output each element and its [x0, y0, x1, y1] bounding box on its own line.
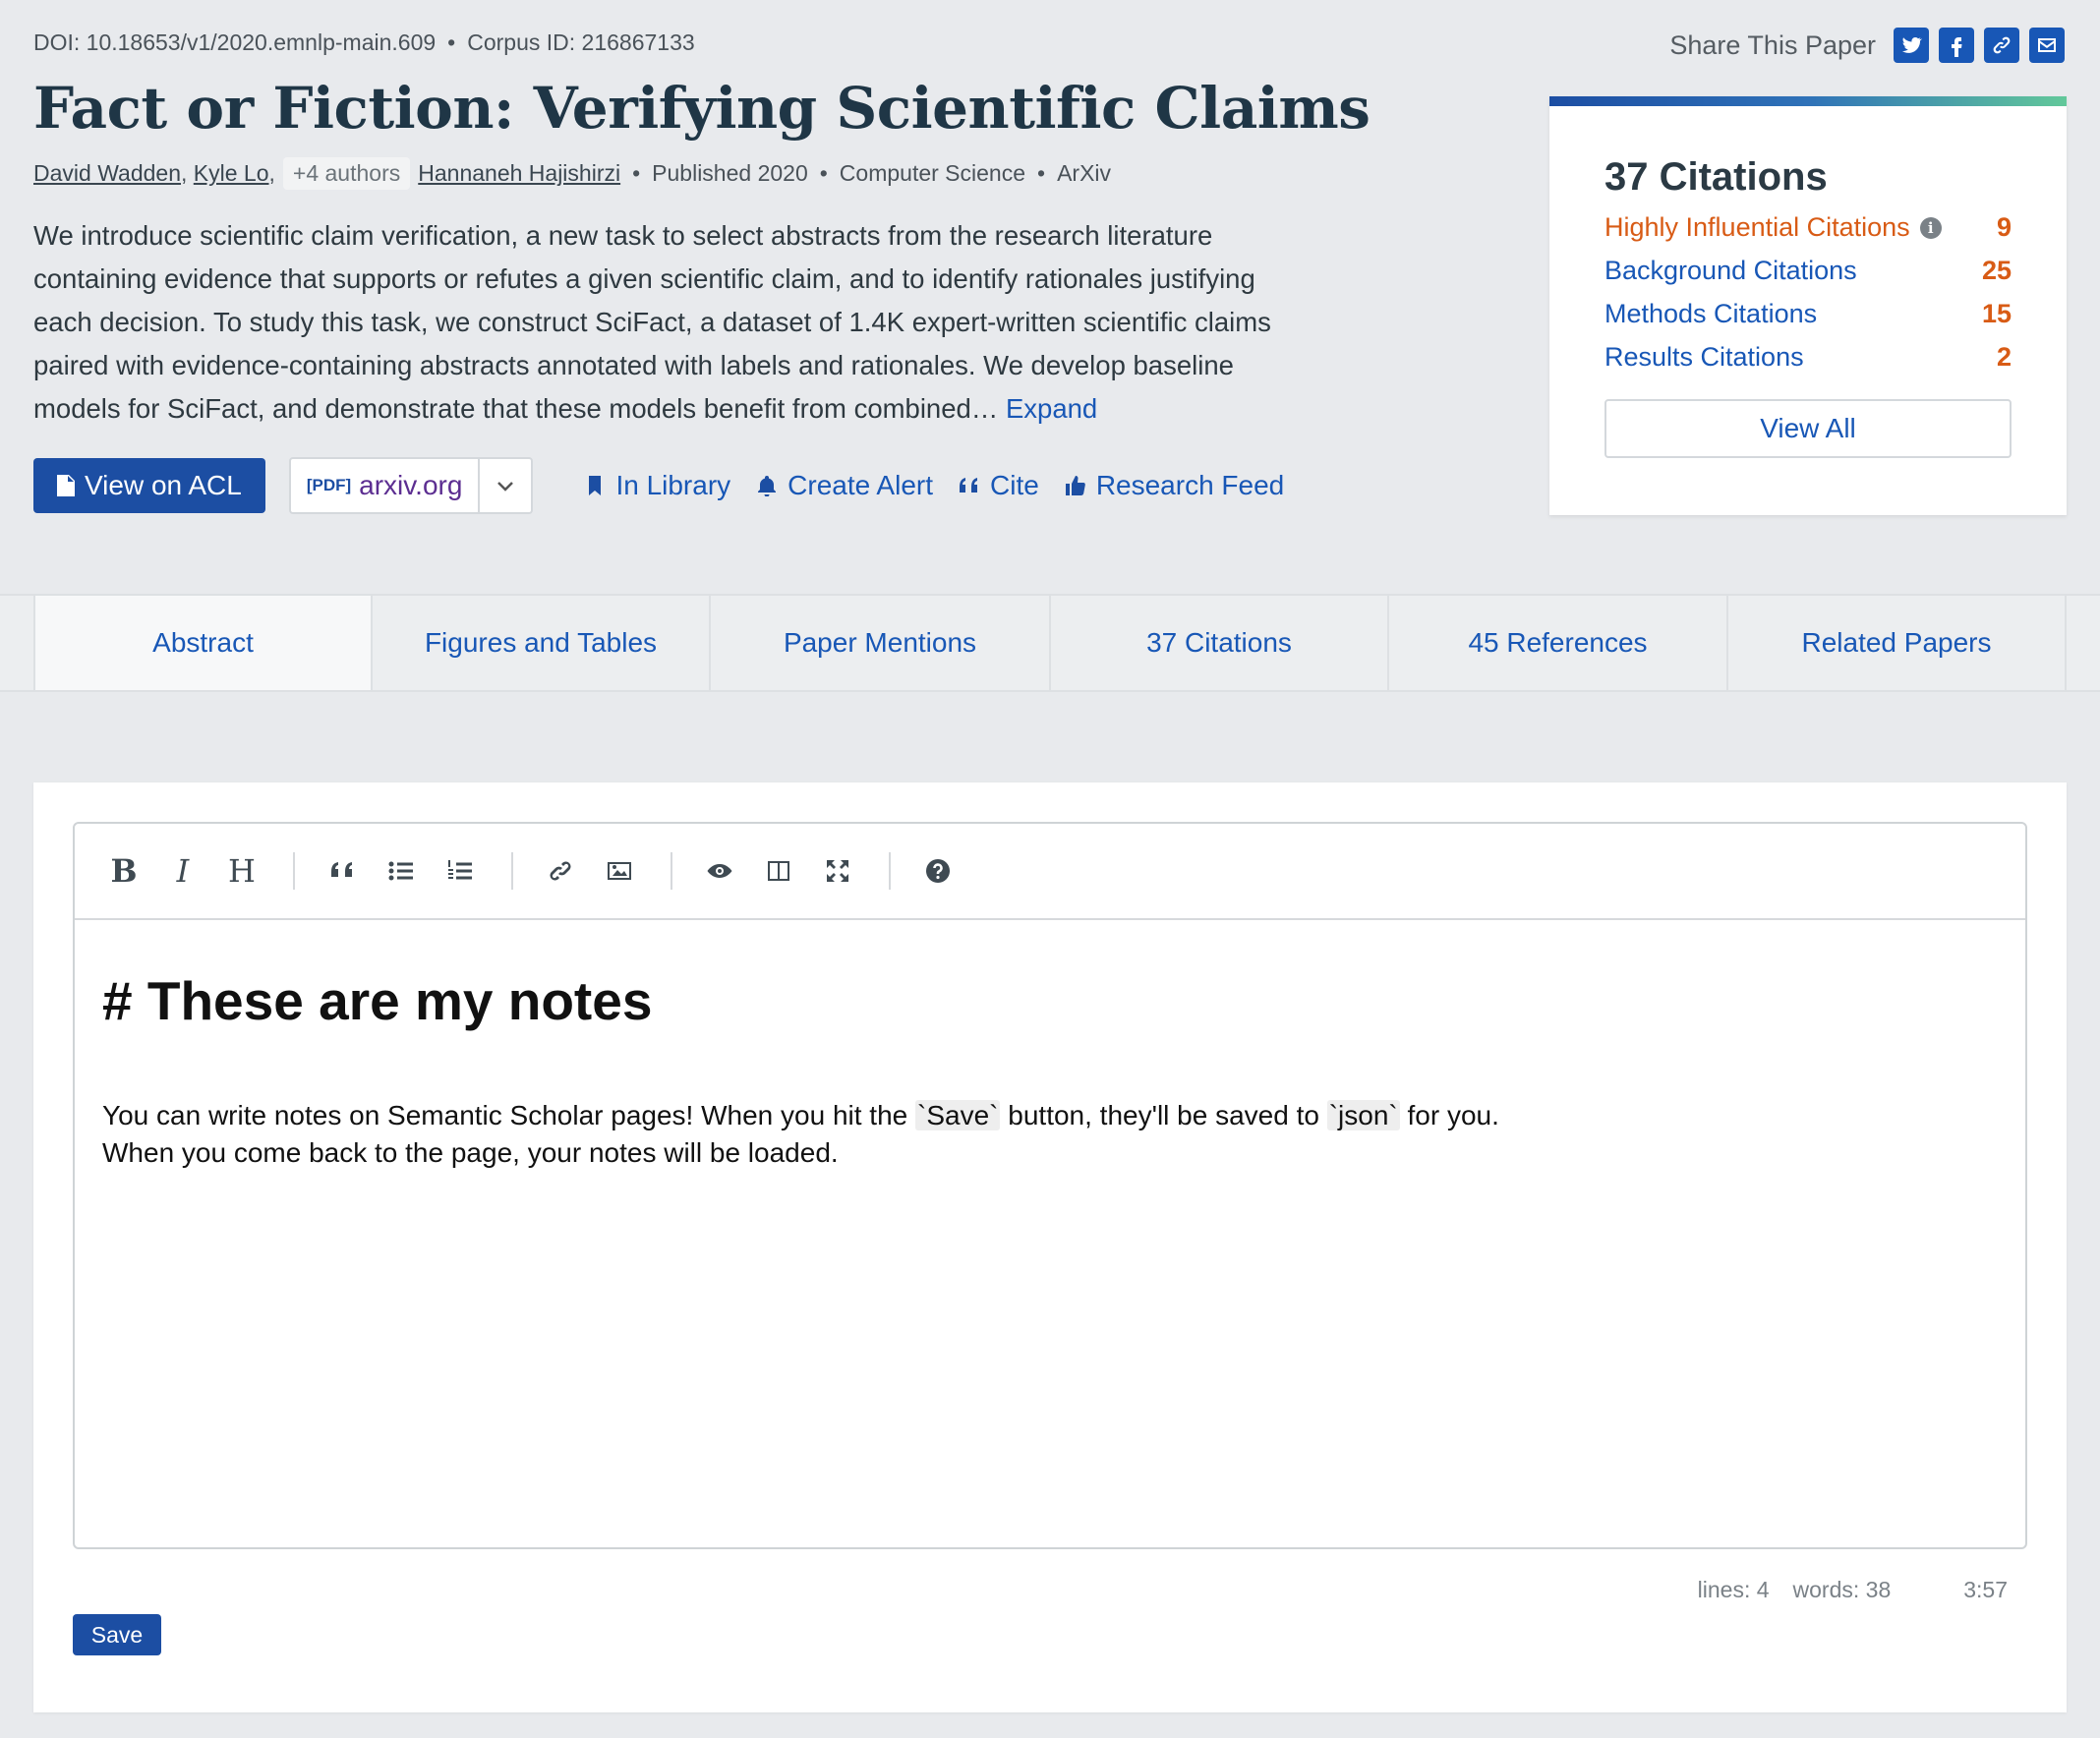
author-link[interactable]: Kyle Lo	[194, 160, 269, 187]
share-label: Share This Paper	[1669, 29, 1876, 60]
pdf-tag: [PDF]	[306, 476, 352, 494]
link-icon[interactable]	[539, 849, 582, 893]
italic-icon[interactable]: I	[161, 849, 204, 893]
tab-figures-and-tables[interactable]: Figures and Tables	[373, 596, 711, 690]
corpus-id: Corpus ID: 216867133	[467, 29, 695, 55]
notes-line: You can write notes on Semantic Scholar …	[102, 1100, 1499, 1130]
eye-icon[interactable]	[698, 849, 741, 893]
email-icon[interactable]	[2029, 28, 2065, 63]
editor-content[interactable]: # These are my notes You can write notes…	[75, 920, 2025, 1221]
cite-button[interactable]: Cite	[959, 470, 1039, 501]
pdf-file-icon	[57, 475, 75, 496]
toolbar-divider	[889, 852, 891, 890]
image-icon[interactable]	[598, 849, 641, 893]
paper-title: Fact or Fiction: Verifying Scientific Cl…	[33, 75, 1371, 142]
pdf-link[interactable]: [PDF] arxiv.org	[291, 459, 481, 512]
tab-related-papers[interactable]: Related Papers	[1728, 596, 2067, 690]
view-all-button[interactable]: View All	[1604, 399, 2012, 458]
line-count: lines: 4	[1697, 1577, 1770, 1602]
in-library-button[interactable]: In Library	[584, 470, 730, 501]
paper-tabs: Abstract Figures and Tables Paper Mentio…	[0, 594, 2100, 692]
info-icon[interactable]: i	[1919, 216, 1942, 239]
help-icon[interactable]	[916, 849, 960, 893]
pdf-source: arxiv.org	[359, 470, 463, 500]
background-citations-row[interactable]: Background Citations 25	[1604, 256, 2012, 286]
view-on-acl-button[interactable]: View on ACL	[33, 458, 265, 513]
quote-icon	[960, 478, 978, 492]
editor-toolbar: B I H	[75, 824, 2025, 920]
bold-icon[interactable]: B	[102, 849, 146, 893]
save-button[interactable]: Save	[73, 1614, 161, 1655]
field-of-study: Computer Science	[839, 160, 1025, 186]
tab-citations[interactable]: 37 Citations	[1051, 596, 1389, 690]
citations-count-title: 37 Citations	[1604, 155, 1828, 199]
notes-heading: # These are my notes	[102, 970, 653, 1031]
share-bar: Share This Paper	[1669, 28, 2065, 63]
author-link[interactable]: Hannaneh Hajishirzi	[418, 160, 620, 187]
word-count: words: 38	[1792, 1577, 1892, 1602]
venue: ArXiv	[1057, 160, 1112, 186]
action-bar: View on ACL [PDF] arxiv.org In Library C…	[33, 457, 1284, 514]
editor-status-bar: lines: 4 words: 38 3:57	[1698, 1577, 2008, 1603]
publish-date: Published 2020	[652, 160, 808, 186]
abstract-text: We introduce scientific claim verificati…	[33, 220, 1271, 424]
authors-line: David Wadden, Kyle Lo, +4 authors Hannan…	[33, 157, 1111, 190]
research-feed-button[interactable]: Research Feed	[1065, 470, 1284, 501]
bell-icon	[758, 476, 777, 496]
notes-line: When you come back to the page, your not…	[102, 1137, 839, 1168]
pdf-dropdown-button[interactable]	[480, 459, 531, 512]
results-citations-row[interactable]: Results Citations 2	[1604, 342, 2012, 373]
expand-link[interactable]: Expand	[1006, 393, 1097, 424]
quote-icon[interactable]	[321, 849, 364, 893]
doi: DOI: 10.18653/v1/2020.emnlp-main.609	[33, 29, 437, 55]
heading-icon[interactable]: H	[220, 849, 263, 893]
pdf-link-group: [PDF] arxiv.org	[288, 457, 534, 514]
more-authors-button[interactable]: +4 authors	[282, 157, 411, 190]
paper-meta: DOI: 10.18653/v1/2020.emnlp-main.609 • Cor…	[33, 29, 695, 55]
highly-influential-citations-row[interactable]: Highly Influential Citations i 9	[1604, 212, 2012, 243]
methods-citations-row[interactable]: Methods Citations 15	[1604, 299, 2012, 329]
facebook-icon[interactable]	[1939, 28, 1974, 63]
author-link[interactable]: David Wadden	[33, 160, 181, 187]
twitter-icon[interactable]	[1894, 28, 1929, 63]
toolbar-divider	[671, 852, 672, 890]
inline-code: `json`	[1326, 1100, 1400, 1130]
cursor-position: 3:57	[1963, 1577, 2008, 1602]
fullscreen-icon[interactable]	[816, 849, 859, 893]
create-alert-button[interactable]: Create Alert	[756, 470, 933, 501]
tab-paper-mentions[interactable]: Paper Mentions	[711, 596, 1051, 690]
chevron-down-icon	[497, 482, 514, 492]
thumbs-up-icon	[1065, 476, 1085, 495]
tab-references[interactable]: 45 References	[1389, 596, 1728, 690]
bookmark-icon	[589, 476, 602, 495]
toolbar-divider	[511, 852, 513, 890]
notes-panel: B I H # These are my notes You can write…	[33, 782, 2067, 1712]
link-icon[interactable]	[1984, 28, 2019, 63]
citations-card: 37 Citations Highly Influential Citation…	[1549, 96, 2067, 515]
bullet-list-icon[interactable]	[379, 849, 423, 893]
columns-icon[interactable]	[757, 849, 800, 893]
toolbar-divider	[293, 852, 295, 890]
card-accent-bar	[1549, 96, 2067, 106]
tab-abstract[interactable]: Abstract	[33, 596, 373, 690]
inline-code: `Save`	[915, 1100, 1001, 1130]
numbered-list-icon[interactable]	[438, 849, 482, 893]
markdown-editor: B I H # These are my notes You can write…	[73, 822, 2027, 1549]
